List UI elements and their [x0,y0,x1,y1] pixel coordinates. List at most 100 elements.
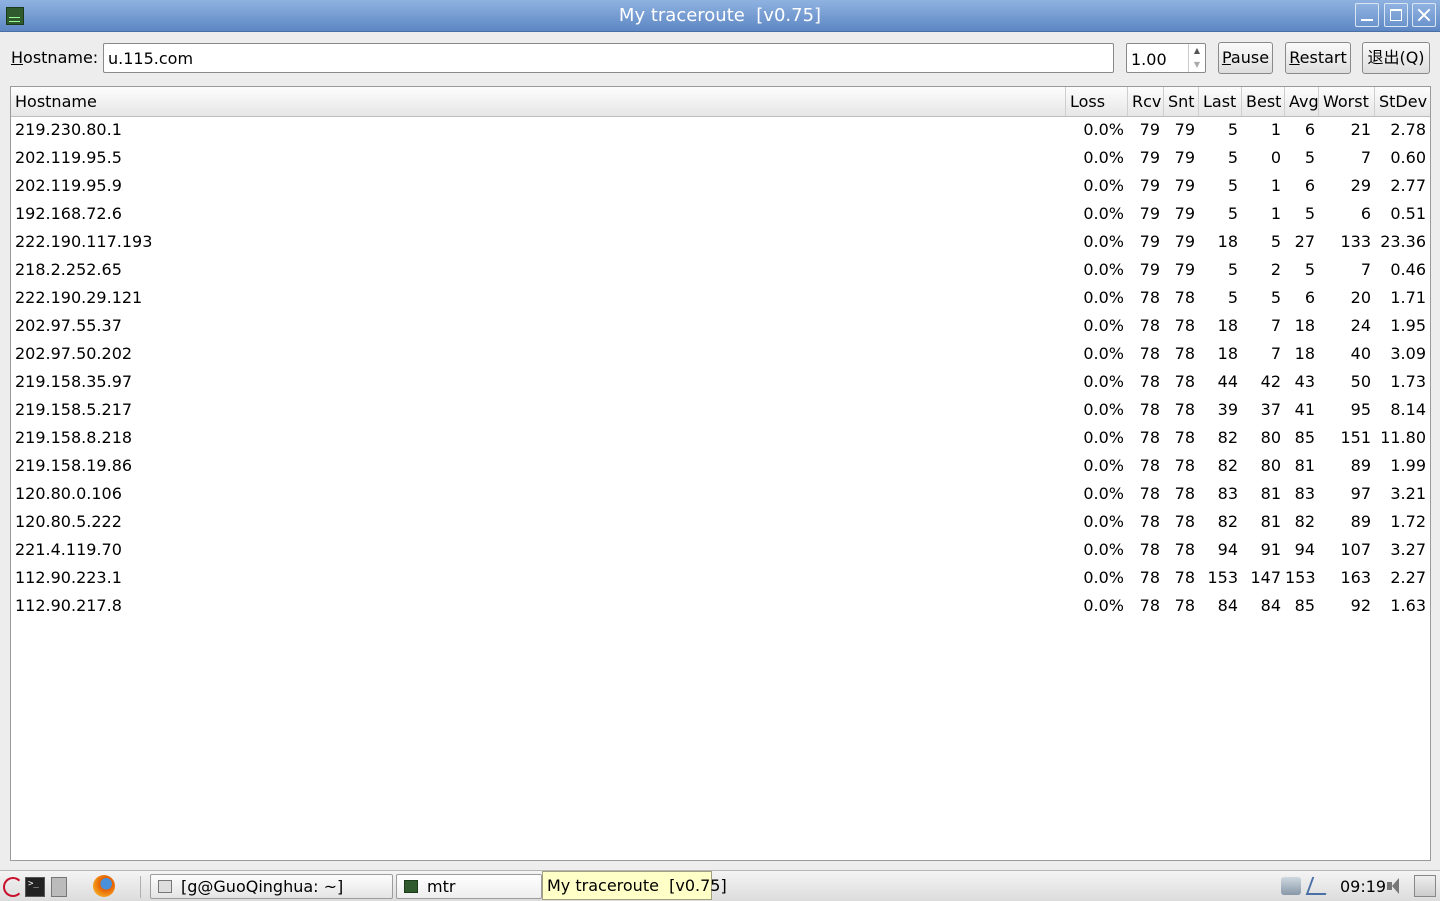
cell-avg: 27 [1294,232,1315,251]
taskbar-item-terminal[interactable]: [g@GuoQinghua: ~] [150,874,393,899]
cell-hostname: 112.90.223.1 [15,568,122,587]
table-row[interactable]: 112.90.217.8 0.0% 78 78 84 84 85 92 1.63 [11,592,1430,620]
cell-best: 84 [1260,596,1281,615]
firefox-icon[interactable] [93,875,115,897]
cell-snt: 78 [1174,484,1195,503]
cell-hostname: 219.158.35.97 [15,372,133,391]
table-row[interactable]: 219.230.80.1 0.0% 79 79 5 1 6 21 2.78 [11,116,1430,144]
terminal-launcher-icon[interactable] [25,877,45,897]
table-row[interactable]: 202.119.95.5 0.0% 79 79 5 0 5 7 0.60 [11,144,1430,172]
show-desktop-icon[interactable] [1414,875,1436,897]
table-row[interactable]: 219.158.19.86 0.0% 78 78 82 80 81 89 1.99 [11,452,1430,480]
spin-down-arrow-icon[interactable]: ▼ [1189,58,1205,72]
table-row[interactable]: 219.158.35.97 0.0% 78 78 44 42 43 50 1.73 [11,368,1430,396]
cell-loss: 0.0% [1083,232,1124,251]
cell-snt: 78 [1174,288,1195,307]
restart-button[interactable]: Restart [1285,42,1351,74]
cell-last: 82 [1217,428,1238,447]
column-header-hostname[interactable]: Hostname [11,87,1066,116]
column-header-worst[interactable]: Worst [1319,87,1375,116]
spin-up-arrow-icon[interactable]: ▲ [1189,44,1205,58]
cell-worst: 107 [1340,540,1371,559]
hostname-input[interactable] [103,43,1114,73]
cell-worst: 29 [1350,176,1371,195]
cell-last: 83 [1217,484,1238,503]
table-row[interactable]: 222.190.29.121 0.0% 78 78 5 5 6 20 1.71 [11,284,1430,312]
cell-best: 81 [1260,512,1281,531]
cell-rcv: 78 [1139,316,1160,335]
cell-loss: 0.0% [1083,456,1124,475]
cell-loss: 0.0% [1083,120,1124,139]
cell-worst: 7 [1360,148,1371,167]
column-header-loss[interactable]: Loss [1066,87,1128,116]
cell-snt: 78 [1174,456,1195,475]
cell-avg: 83 [1294,484,1315,503]
cell-rcv: 79 [1139,232,1160,251]
table-body: 219.230.80.1 0.0% 79 79 5 1 6 21 2.78 202.119.95.… [11,116,1430,620]
clock[interactable]: 09:19 [1340,877,1386,896]
minimize-button[interactable] [1355,3,1379,27]
column-header-last[interactable]: Last [1199,87,1242,116]
cell-loss: 0.0% [1083,316,1124,335]
cell-worst: 92 [1350,596,1371,615]
pause-button[interactable]: Pause [1218,42,1273,74]
cell-loss: 0.0% [1083,568,1124,587]
cell-avg: 6 [1304,176,1315,195]
table-row[interactable]: 120.80.0.106 0.0% 78 78 83 81 83 97 3.21 [11,480,1430,508]
cell-last: 5 [1227,288,1238,307]
cell-worst: 97 [1350,484,1371,503]
cell-loss: 0.0% [1083,400,1124,419]
volume-icon[interactable] [1387,877,1403,895]
cell-worst: 6 [1360,204,1371,223]
taskbar-tooltip: My traceroute [v0.75] [542,871,727,900]
maximize-button[interactable] [1384,3,1408,27]
column-header-best[interactable]: Best [1242,87,1285,116]
table-row[interactable]: 219.158.8.218 0.0% 78 78 82 80 85 151 11.80 [11,424,1430,452]
column-header-rcv[interactable]: Rcv [1128,87,1164,116]
column-header-snt[interactable]: Snt [1164,87,1199,116]
table-row[interactable]: 202.119.95.9 0.0% 79 79 5 1 6 29 2.77 [11,172,1430,200]
wireless-icon[interactable] [1305,877,1333,895]
taskbar-item-mtr[interactable]: mtr [396,874,542,899]
network-status-icon[interactable] [1281,877,1301,895]
interval-value[interactable]: 1.00 [1131,50,1167,69]
quit-button[interactable]: 退出(Q) [1362,42,1430,74]
column-header-avg[interactable]: Avg [1285,87,1319,116]
cell-rcv: 78 [1139,344,1160,363]
cell-stdev: 1.72 [1390,512,1426,531]
cell-worst: 133 [1340,232,1371,251]
cell-hostname: 222.190.29.121 [15,288,143,307]
table-row[interactable]: 202.97.50.202 0.0% 78 78 18 7 18 40 3.09 [11,340,1430,368]
cell-stdev: 0.46 [1390,260,1426,279]
table-row[interactable]: 218.2.252.65 0.0% 79 79 5 2 5 7 0.46 [11,256,1430,284]
table-row[interactable]: 192.168.72.6 0.0% 79 79 5 1 5 6 0.51 [11,200,1430,228]
table-row[interactable]: 221.4.119.70 0.0% 78 78 94 91 94 107 3.27 [11,536,1430,564]
title-bar[interactable]: My traceroute [v0.75] [0,0,1440,32]
cell-rcv: 78 [1139,596,1160,615]
cell-hostname: 192.168.72.6 [15,204,122,223]
table-row[interactable]: 120.80.5.222 0.0% 78 78 82 81 82 89 1.72 [11,508,1430,536]
table-row[interactable]: 112.90.223.1 0.0% 78 78 153 147 153 163 2.27 [11,564,1430,592]
interval-spinbox[interactable]: 1.00 ▲ ▼ [1126,43,1206,73]
cell-worst: 7 [1360,260,1371,279]
table-row[interactable]: 219.158.5.217 0.0% 78 78 39 37 41 95 8.14 [11,396,1430,424]
cell-hostname: 202.119.95.5 [15,148,122,167]
cell-loss: 0.0% [1083,484,1124,503]
close-button[interactable] [1412,3,1436,27]
table-row[interactable]: 222.190.117.193 0.0% 79 79 18 5 27 133 23.36 [11,228,1430,256]
column-header-stdev[interactable]: StDev [1375,87,1430,116]
cell-best: 1 [1270,204,1281,223]
debian-menu-icon[interactable] [3,877,23,897]
cell-snt: 79 [1174,260,1195,279]
table-row[interactable]: 202.97.55.37 0.0% 78 78 18 7 18 24 1.95 [11,312,1430,340]
cell-hostname: 112.90.217.8 [15,596,122,615]
cell-avg: 6 [1304,288,1315,307]
cell-avg: 82 [1294,512,1315,531]
cell-loss: 0.0% [1083,372,1124,391]
network-drive-icon[interactable] [51,877,67,897]
hops-table[interactable]: Hostname Loss Rcv Snt Last Best Avg Wors… [10,86,1431,861]
cell-snt: 78 [1174,400,1195,419]
cell-loss: 0.0% [1083,288,1124,307]
cell-stdev: 23.36 [1380,232,1426,251]
cell-last: 5 [1227,260,1238,279]
